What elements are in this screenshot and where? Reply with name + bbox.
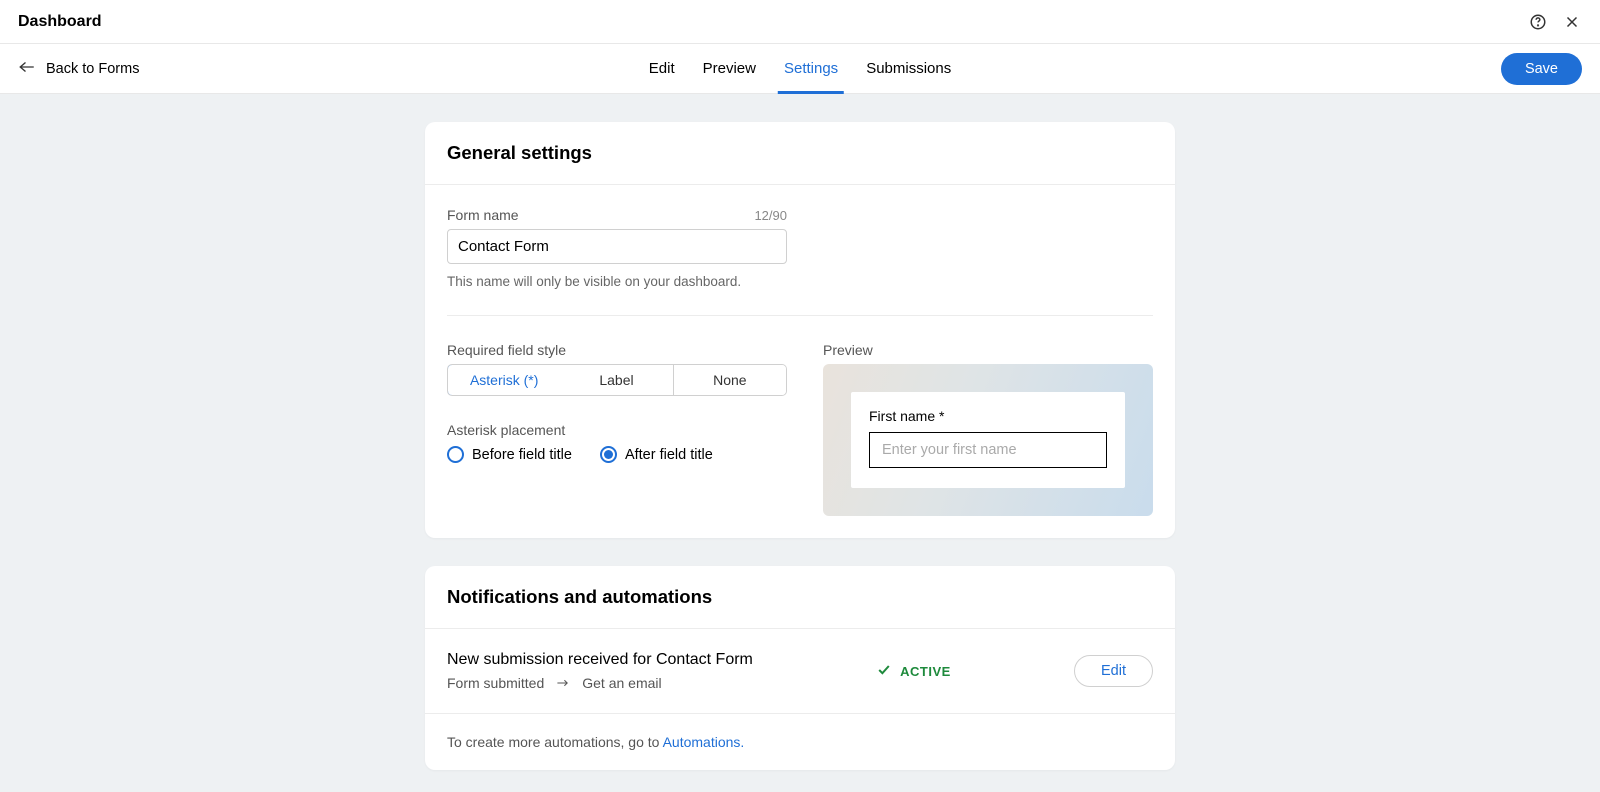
general-settings-panel: General settings Form name 12/90 This na…	[425, 122, 1175, 538]
tab-settings[interactable]: Settings	[784, 44, 838, 93]
required-style-segmented: Asterisk (*) Label None	[447, 364, 787, 396]
preview-box: First name * Enter your first name	[823, 364, 1153, 516]
preview-input: Enter your first name	[869, 432, 1107, 468]
status-text: ACTIVE	[900, 664, 951, 679]
automation-row: New submission received for Contact Form…	[425, 629, 1175, 714]
automations-footer-text: To create more automations, go to	[447, 734, 663, 750]
required-style-label: Required field style	[447, 342, 787, 358]
help-icon[interactable]	[1528, 12, 1548, 32]
preview-card: First name * Enter your first name	[851, 392, 1125, 488]
tab-edit[interactable]: Edit	[649, 44, 675, 93]
asterisk-placement-label: Asterisk placement	[447, 422, 787, 438]
placement-before-radio[interactable]: Before field title	[447, 446, 572, 463]
required-style-none[interactable]: None	[674, 365, 786, 395]
arrow-right-icon	[556, 675, 570, 691]
notifications-panel: Notifications and automations New submis…	[425, 566, 1175, 770]
edit-automation-button[interactable]: Edit	[1074, 655, 1153, 687]
required-style-asterisk[interactable]: Asterisk (*)	[447, 364, 561, 396]
notifications-title: Notifications and automations	[447, 586, 1153, 608]
automations-link[interactable]: Automations.	[663, 734, 745, 750]
back-label: Back to Forms	[46, 61, 139, 77]
required-style-label-option[interactable]: Label	[560, 365, 673, 395]
arrow-left-icon	[18, 60, 36, 78]
form-name-counter: 12/90	[754, 208, 787, 223]
close-icon[interactable]	[1562, 12, 1582, 32]
general-settings-title: General settings	[447, 142, 1153, 164]
status-badge: ACTIVE	[876, 662, 951, 681]
automation-action-text: Get an email	[582, 675, 661, 691]
radio-icon-checked	[600, 446, 617, 463]
check-icon	[876, 662, 892, 681]
placement-after-radio[interactable]: After field title	[600, 446, 713, 463]
form-name-label: Form name	[447, 207, 519, 223]
page-title: Dashboard	[18, 13, 102, 31]
automation-trigger-text: Form submitted	[447, 675, 544, 691]
save-button[interactable]: Save	[1501, 53, 1582, 85]
form-name-input[interactable]	[447, 229, 787, 264]
tab-submissions[interactable]: Submissions	[866, 44, 951, 93]
tab-preview[interactable]: Preview	[703, 44, 756, 93]
form-name-help: This name will only be visible on your d…	[447, 274, 1153, 289]
automation-name: New submission received for Contact Form	[447, 651, 753, 669]
placement-after-label: After field title	[625, 447, 713, 463]
preview-label: Preview	[823, 342, 1153, 358]
preview-field-label: First name *	[869, 408, 1107, 424]
radio-icon	[447, 446, 464, 463]
placement-before-label: Before field title	[472, 447, 572, 463]
back-to-forms-link[interactable]: Back to Forms	[18, 60, 139, 78]
